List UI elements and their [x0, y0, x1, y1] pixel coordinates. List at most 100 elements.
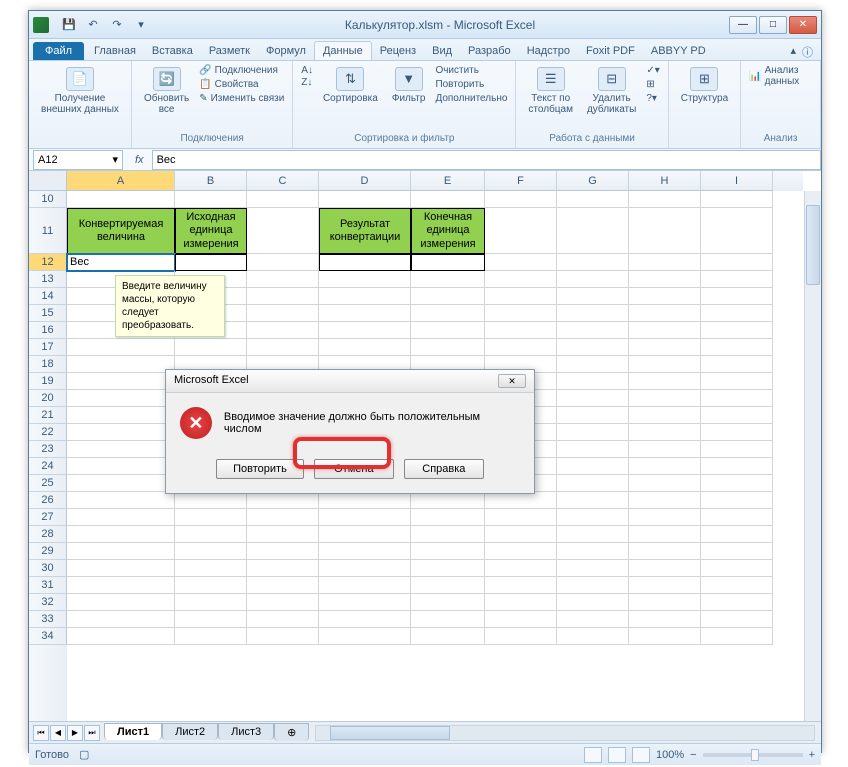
cell-G15[interactable] [557, 305, 629, 322]
cell-F16[interactable] [485, 322, 557, 339]
cell-C10[interactable] [247, 191, 319, 208]
help-icon[interactable]: ⓘ [802, 44, 813, 60]
redo-button[interactable]: ↷ [107, 15, 127, 35]
properties-button[interactable]: 📋Свойства [199, 79, 284, 90]
cell-I18[interactable] [701, 356, 773, 373]
cell-D10[interactable] [319, 191, 411, 208]
col-header-B[interactable]: B [175, 171, 247, 191]
row-header-30[interactable]: 30 [29, 560, 67, 577]
namebox-dropdown-icon[interactable]: ▾ [112, 153, 118, 166]
cell-E10[interactable] [411, 191, 485, 208]
cell-A23[interactable] [67, 441, 175, 458]
tab-nav-first[interactable]: ⏮ [33, 725, 49, 741]
connections-button[interactable]: 🔗Подключения [199, 65, 284, 76]
tab-developer[interactable]: Разрабо [460, 42, 519, 60]
cell-H27[interactable] [629, 509, 701, 526]
filter-button[interactable]: ▼ Фильтр [388, 65, 430, 106]
formula-input[interactable]: Вес [152, 150, 821, 170]
refresh-all-button[interactable]: 🔄 Обновить все [140, 65, 193, 117]
dialog-close-button[interactable]: ✕ [498, 374, 526, 388]
qat-dropdown-icon[interactable]: ▾ [131, 15, 151, 35]
cell-G24[interactable] [557, 458, 629, 475]
cell-H12[interactable] [629, 254, 701, 271]
cell-I14[interactable] [701, 288, 773, 305]
cell-F14[interactable] [485, 288, 557, 305]
cell-G19[interactable] [557, 373, 629, 390]
cell-I21[interactable] [701, 407, 773, 424]
sort-za-button[interactable]: Z↓ [301, 77, 313, 88]
cell-F15[interactable] [485, 305, 557, 322]
sheet-tab-1[interactable]: Лист1 [104, 723, 162, 740]
cell-I12[interactable] [701, 254, 773, 271]
retry-button[interactable]: Повторить [216, 459, 304, 479]
cell-D28[interactable] [319, 526, 411, 543]
zoom-in-button[interactable]: + [809, 749, 815, 761]
cell-D15[interactable] [319, 305, 411, 322]
col-header-C[interactable]: C [247, 171, 319, 191]
cell-D11[interactable]: Результат конвертаиции [319, 208, 411, 254]
cell-H11[interactable] [629, 208, 701, 254]
edit-links-button[interactable]: ✎Изменить связи [199, 93, 284, 104]
cell-I23[interactable] [701, 441, 773, 458]
cell-E32[interactable] [411, 594, 485, 611]
row-header-29[interactable]: 29 [29, 543, 67, 560]
cell-I33[interactable] [701, 611, 773, 628]
cell-B32[interactable] [175, 594, 247, 611]
cell-D32[interactable] [319, 594, 411, 611]
cell-A28[interactable] [67, 526, 175, 543]
cell-I30[interactable] [701, 560, 773, 577]
cell-D33[interactable] [319, 611, 411, 628]
cell-C27[interactable] [247, 509, 319, 526]
cell-G10[interactable] [557, 191, 629, 208]
page-layout-view-button[interactable] [608, 747, 626, 763]
cell-E29[interactable] [411, 543, 485, 560]
cell-I26[interactable] [701, 492, 773, 509]
cell-G26[interactable] [557, 492, 629, 509]
cell-E31[interactable] [411, 577, 485, 594]
cell-G29[interactable] [557, 543, 629, 560]
tab-addins[interactable]: Надстро [519, 42, 578, 60]
cell-A22[interactable] [67, 424, 175, 441]
cell-D26[interactable] [319, 492, 411, 509]
outline-button[interactable]: ⊞ Структура [677, 65, 732, 106]
cell-C29[interactable] [247, 543, 319, 560]
cell-D13[interactable] [319, 271, 411, 288]
col-header-I[interactable]: I [701, 171, 773, 191]
cell-H18[interactable] [629, 356, 701, 373]
cell-H16[interactable] [629, 322, 701, 339]
tab-data[interactable]: Данные [314, 41, 372, 60]
cell-H28[interactable] [629, 526, 701, 543]
cell-H15[interactable] [629, 305, 701, 322]
clear-filter-button[interactable]: Очистить [435, 65, 507, 76]
row-header-16[interactable]: 16 [29, 322, 67, 339]
cell-I10[interactable] [701, 191, 773, 208]
external-data-button[interactable]: 📄 Получение внешних данных [37, 65, 123, 117]
cell-B29[interactable] [175, 543, 247, 560]
tab-foxit[interactable]: Foxit PDF [578, 42, 643, 60]
cell-I32[interactable] [701, 594, 773, 611]
cell-D29[interactable] [319, 543, 411, 560]
cell-H34[interactable] [629, 628, 701, 645]
tab-formulas[interactable]: Формул [258, 42, 314, 60]
cell-I20[interactable] [701, 390, 773, 407]
cell-G32[interactable] [557, 594, 629, 611]
cell-E16[interactable] [411, 322, 485, 339]
cell-F11[interactable] [485, 208, 557, 254]
cell-F13[interactable] [485, 271, 557, 288]
row-header-17[interactable]: 17 [29, 339, 67, 356]
cell-G11[interactable] [557, 208, 629, 254]
zoom-slider[interactable] [703, 753, 803, 757]
undo-button[interactable]: ↶ [83, 15, 103, 35]
cell-I29[interactable] [701, 543, 773, 560]
cell-C11[interactable] [247, 208, 319, 254]
cell-C17[interactable] [247, 339, 319, 356]
cell-H20[interactable] [629, 390, 701, 407]
cell-F27[interactable] [485, 509, 557, 526]
cell-D17[interactable] [319, 339, 411, 356]
cell-F12[interactable] [485, 254, 557, 271]
cell-H19[interactable] [629, 373, 701, 390]
cell-B34[interactable] [175, 628, 247, 645]
new-sheet-button[interactable]: ⊕ [274, 723, 309, 741]
name-box[interactable]: A12▾ [33, 150, 123, 170]
cell-C34[interactable] [247, 628, 319, 645]
